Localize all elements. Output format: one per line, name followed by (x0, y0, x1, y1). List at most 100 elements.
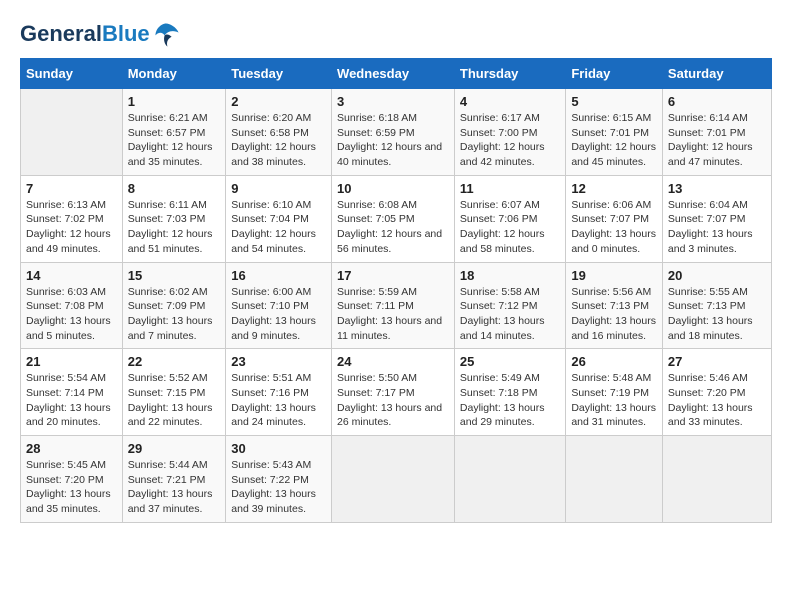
day-info: Sunrise: 6:02 AM Sunset: 7:09 PM Dayligh… (128, 285, 221, 344)
day-info: Sunrise: 5:55 AM Sunset: 7:13 PM Dayligh… (668, 285, 766, 344)
calendar-cell: 21 Sunrise: 5:54 AM Sunset: 7:14 PM Dayli… (21, 349, 123, 436)
day-number: 8 (128, 181, 221, 196)
calendar-cell: 1 Sunrise: 6:21 AM Sunset: 6:57 PM Daylig… (122, 89, 226, 176)
day-info: Sunrise: 6:20 AM Sunset: 6:58 PM Dayligh… (231, 111, 326, 170)
calendar-week-row: 28 Sunrise: 5:45 AM Sunset: 7:20 PM Dayli… (21, 436, 772, 523)
day-info: Sunrise: 5:43 AM Sunset: 7:22 PM Dayligh… (231, 458, 326, 517)
day-info: Sunrise: 6:10 AM Sunset: 7:04 PM Dayligh… (231, 198, 326, 257)
day-header-saturday: Saturday (662, 59, 771, 89)
day-info: Sunrise: 5:59 AM Sunset: 7:11 PM Dayligh… (337, 285, 449, 344)
day-info: Sunrise: 6:18 AM Sunset: 6:59 PM Dayligh… (337, 111, 449, 170)
day-info: Sunrise: 5:51 AM Sunset: 7:16 PM Dayligh… (231, 371, 326, 430)
day-number: 2 (231, 94, 326, 109)
day-number: 7 (26, 181, 117, 196)
calendar-cell: 16 Sunrise: 6:00 AM Sunset: 7:10 PM Dayli… (226, 262, 332, 349)
day-info: Sunrise: 6:03 AM Sunset: 7:08 PM Dayligh… (26, 285, 117, 344)
day-number: 24 (337, 354, 449, 369)
day-number: 17 (337, 268, 449, 283)
calendar-week-row: 14 Sunrise: 6:03 AM Sunset: 7:08 PM Dayli… (21, 262, 772, 349)
day-number: 1 (128, 94, 221, 109)
day-info: Sunrise: 6:04 AM Sunset: 7:07 PM Dayligh… (668, 198, 766, 257)
day-number: 18 (460, 268, 560, 283)
day-number: 22 (128, 354, 221, 369)
day-info: Sunrise: 6:06 AM Sunset: 7:07 PM Dayligh… (571, 198, 657, 257)
day-number: 13 (668, 181, 766, 196)
day-number: 15 (128, 268, 221, 283)
page-header: GeneralBlue (20, 20, 772, 48)
calendar-cell: 11Sunrise: 6:07 AM Sunset: 7:06 PM Dayli… (454, 175, 565, 262)
calendar-cell: 9 Sunrise: 6:10 AM Sunset: 7:04 PM Daylig… (226, 175, 332, 262)
day-header-friday: Friday (566, 59, 663, 89)
calendar-cell: 12Sunrise: 6:06 AM Sunset: 7:07 PM Dayli… (566, 175, 663, 262)
day-number: 26 (571, 354, 657, 369)
calendar-cell: 5 Sunrise: 6:15 AM Sunset: 7:01 PM Daylig… (566, 89, 663, 176)
day-header-sunday: Sunday (21, 59, 123, 89)
day-header-thursday: Thursday (454, 59, 565, 89)
day-number: 5 (571, 94, 657, 109)
calendar-cell (332, 436, 455, 523)
calendar-cell: 23Sunrise: 5:51 AM Sunset: 7:16 PM Dayli… (226, 349, 332, 436)
logo-text: GeneralBlue (20, 22, 150, 46)
day-info: Sunrise: 6:07 AM Sunset: 7:06 PM Dayligh… (460, 198, 560, 257)
calendar-cell (662, 436, 771, 523)
calendar-header-row: SundayMondayTuesdayWednesdayThursdayFrid… (21, 59, 772, 89)
day-header-monday: Monday (122, 59, 226, 89)
day-info: Sunrise: 5:49 AM Sunset: 7:18 PM Dayligh… (460, 371, 560, 430)
day-number: 21 (26, 354, 117, 369)
logo: GeneralBlue (20, 20, 180, 48)
calendar-cell: 20 Sunrise: 5:55 AM Sunset: 7:13 PM Dayli… (662, 262, 771, 349)
calendar-cell: 3 Sunrise: 6:18 AM Sunset: 6:59 PM Daylig… (332, 89, 455, 176)
day-info: Sunrise: 6:00 AM Sunset: 7:10 PM Dayligh… (231, 285, 326, 344)
calendar-cell: 25Sunrise: 5:49 AM Sunset: 7:18 PM Dayli… (454, 349, 565, 436)
day-header-tuesday: Tuesday (226, 59, 332, 89)
calendar-cell (566, 436, 663, 523)
day-number: 19 (571, 268, 657, 283)
calendar-cell: 29Sunrise: 5:44 AM Sunset: 7:21 PM Dayli… (122, 436, 226, 523)
calendar-cell: 2 Sunrise: 6:20 AM Sunset: 6:58 PM Daylig… (226, 89, 332, 176)
calendar-cell: 8 Sunrise: 6:11 AM Sunset: 7:03 PM Daylig… (122, 175, 226, 262)
day-info: Sunrise: 6:13 AM Sunset: 7:02 PM Dayligh… (26, 198, 117, 257)
day-info: Sunrise: 5:46 AM Sunset: 7:20 PM Dayligh… (668, 371, 766, 430)
calendar-cell: 13 Sunrise: 6:04 AM Sunset: 7:07 PM Dayli… (662, 175, 771, 262)
day-info: Sunrise: 6:11 AM Sunset: 7:03 PM Dayligh… (128, 198, 221, 257)
calendar-cell: 4Sunrise: 6:17 AM Sunset: 7:00 PM Daylig… (454, 89, 565, 176)
day-number: 10 (337, 181, 449, 196)
calendar-cell: 28 Sunrise: 5:45 AM Sunset: 7:20 PM Dayli… (21, 436, 123, 523)
day-info: Sunrise: 6:08 AM Sunset: 7:05 PM Dayligh… (337, 198, 449, 257)
day-info: Sunrise: 5:58 AM Sunset: 7:12 PM Dayligh… (460, 285, 560, 344)
calendar-cell: 27 Sunrise: 5:46 AM Sunset: 7:20 PM Dayli… (662, 349, 771, 436)
day-number: 20 (668, 268, 766, 283)
day-info: Sunrise: 5:48 AM Sunset: 7:19 PM Dayligh… (571, 371, 657, 430)
calendar-cell: 19 Sunrise: 5:56 AM Sunset: 7:13 PM Dayli… (566, 262, 663, 349)
day-info: Sunrise: 5:54 AM Sunset: 7:14 PM Dayligh… (26, 371, 117, 430)
calendar-cell: 15 Sunrise: 6:02 AM Sunset: 7:09 PM Dayli… (122, 262, 226, 349)
calendar-week-row: 21 Sunrise: 5:54 AM Sunset: 7:14 PM Dayli… (21, 349, 772, 436)
calendar-cell: 17 Sunrise: 5:59 AM Sunset: 7:11 PM Dayli… (332, 262, 455, 349)
calendar-cell (21, 89, 123, 176)
calendar-cell: 24Sunrise: 5:50 AM Sunset: 7:17 PM Dayli… (332, 349, 455, 436)
calendar-week-row: 1 Sunrise: 6:21 AM Sunset: 6:57 PM Daylig… (21, 89, 772, 176)
calendar-cell: 6 Sunrise: 6:14 AM Sunset: 7:01 PM Daylig… (662, 89, 771, 176)
day-number: 27 (668, 354, 766, 369)
day-number: 9 (231, 181, 326, 196)
day-number: 14 (26, 268, 117, 283)
logo-bird-icon (152, 20, 180, 48)
calendar-table: SundayMondayTuesdayWednesdayThursdayFrid… (20, 58, 772, 523)
day-info: Sunrise: 5:56 AM Sunset: 7:13 PM Dayligh… (571, 285, 657, 344)
day-info: Sunrise: 5:52 AM Sunset: 7:15 PM Dayligh… (128, 371, 221, 430)
day-number: 6 (668, 94, 766, 109)
day-info: Sunrise: 6:21 AM Sunset: 6:57 PM Dayligh… (128, 111, 221, 170)
day-info: Sunrise: 6:15 AM Sunset: 7:01 PM Dayligh… (571, 111, 657, 170)
day-info: Sunrise: 5:45 AM Sunset: 7:20 PM Dayligh… (26, 458, 117, 517)
day-number: 28 (26, 441, 117, 456)
calendar-cell: 22 Sunrise: 5:52 AM Sunset: 7:15 PM Dayli… (122, 349, 226, 436)
day-number: 3 (337, 94, 449, 109)
day-header-wednesday: Wednesday (332, 59, 455, 89)
calendar-cell: 7 Sunrise: 6:13 AM Sunset: 7:02 PM Daylig… (21, 175, 123, 262)
day-number: 29 (128, 441, 221, 456)
calendar-week-row: 7 Sunrise: 6:13 AM Sunset: 7:02 PM Daylig… (21, 175, 772, 262)
day-info: Sunrise: 6:14 AM Sunset: 7:01 PM Dayligh… (668, 111, 766, 170)
calendar-cell (454, 436, 565, 523)
day-number: 16 (231, 268, 326, 283)
calendar-cell: 14 Sunrise: 6:03 AM Sunset: 7:08 PM Dayli… (21, 262, 123, 349)
